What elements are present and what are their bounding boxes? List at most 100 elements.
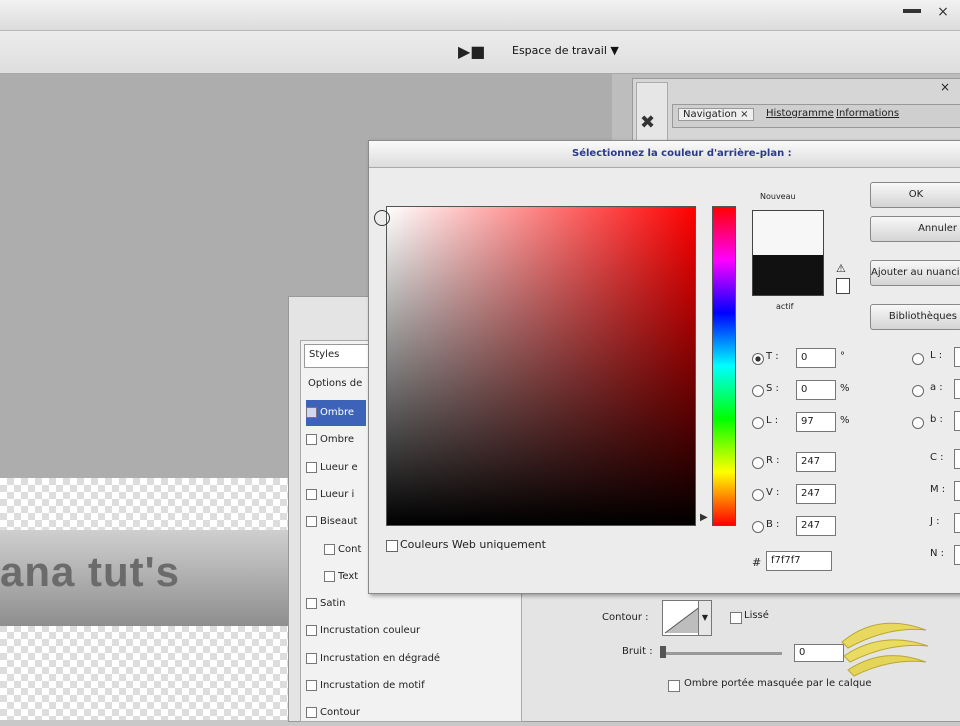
- color-field-input[interactable]: 0: [796, 380, 836, 400]
- color-mode-radio[interactable]: [752, 417, 764, 429]
- hue-slider[interactable]: [712, 206, 736, 526]
- layer-style-item-label: Satin: [320, 598, 346, 609]
- layer-style-item-label: Incrustation en dégradé: [320, 653, 441, 664]
- color-field-input[interactable]: 97: [796, 412, 836, 432]
- color-field-input[interactable]: 0: [796, 348, 836, 368]
- color-picker-title: Sélectionnez la couleur d'arrière-plan :: [572, 148, 792, 159]
- layer-style-item-label: Contour: [320, 707, 360, 718]
- color-field-label: T :: [766, 351, 779, 362]
- layer-style-checkbox[interactable]: [306, 433, 317, 445]
- app-title-bar: [0, 0, 960, 31]
- lab-mode-radio[interactable]: [912, 385, 924, 397]
- layer-style-item[interactable]: Incrustation en dégradé: [306, 646, 518, 672]
- layer-style-item-label: Incrustation couleur: [320, 625, 421, 636]
- layer-style-item-label: Lueur i: [320, 489, 355, 500]
- layer-style-item-label: Biseaut: [320, 516, 358, 527]
- workspace-icon[interactable]: ▶■: [458, 42, 488, 64]
- layer-style-item[interactable]: Ombre: [306, 400, 366, 426]
- color-field-input[interactable]: 247: [796, 516, 836, 536]
- color-field-unit: %: [840, 383, 850, 394]
- color-mode-radio[interactable]: [752, 353, 764, 365]
- color-field-input[interactable]: [954, 545, 960, 565]
- color-mode-radio[interactable]: [752, 385, 764, 397]
- color-field-label: N :: [930, 548, 945, 559]
- color-mode-radio[interactable]: [752, 489, 764, 501]
- color-field-input[interactable]: [954, 449, 960, 469]
- layer-style-checkbox[interactable]: [324, 543, 335, 555]
- contour-label: Contour :: [602, 612, 649, 623]
- lisse-label: Lissé: [744, 610, 769, 621]
- layer-style-item[interactable]: Incrustation couleur: [306, 618, 518, 644]
- panel-close-icon[interactable]: ×: [940, 80, 950, 94]
- color-field-input[interactable]: [954, 411, 960, 431]
- add-to-swatches-button[interactable]: Ajouter au nuancier: [870, 260, 960, 286]
- close-window-icon[interactable]: ×: [933, 4, 953, 20]
- layer-style-item-label: Cont: [338, 544, 362, 555]
- color-field-label: S :: [766, 383, 779, 394]
- layer-style-item-label: Ombre: [320, 434, 355, 445]
- layer-style-checkbox[interactable]: [306, 652, 317, 664]
- banner-text: ana tut's: [0, 548, 181, 595]
- bruit-input[interactable]: 0: [794, 644, 844, 662]
- layer-style-item[interactable]: Satin: [306, 591, 518, 617]
- ok-button[interactable]: OK: [870, 182, 960, 208]
- color-field-label: a :: [930, 382, 943, 393]
- color-field-input[interactable]: 247: [796, 452, 836, 472]
- bruit-slider-track[interactable]: [662, 652, 782, 655]
- lab-mode-radio[interactable]: [912, 417, 924, 429]
- web-colors-checkbox[interactable]: [386, 540, 398, 552]
- color-field-input[interactable]: [954, 347, 960, 367]
- layer-style-checkbox[interactable]: [306, 624, 317, 636]
- color-field-input[interactable]: [954, 379, 960, 399]
- styles-header[interactable]: Styles: [304, 344, 374, 368]
- color-field-label: b :: [930, 414, 943, 425]
- bruit-slider-thumb[interactable]: [660, 646, 666, 658]
- color-field-input[interactable]: 247: [796, 484, 836, 504]
- lab-mode-radio[interactable]: [912, 353, 924, 365]
- layer-style-checkbox[interactable]: [306, 488, 317, 500]
- saturation-brightness-field[interactable]: [386, 206, 696, 526]
- tools-icon[interactable]: ✖: [640, 112, 655, 133]
- tab-informations[interactable]: Informations: [832, 108, 903, 119]
- web-colors-label: Couleurs Web uniquement: [400, 538, 546, 551]
- color-field-label: M :: [930, 484, 946, 495]
- blending-options[interactable]: Options de: [304, 372, 372, 396]
- layer-style-checkbox[interactable]: [306, 461, 317, 473]
- color-mode-radio[interactable]: [752, 457, 764, 469]
- layer-style-item-label: Incrustation de motif: [320, 680, 425, 691]
- layer-style-item-label: Lueur e: [320, 462, 358, 473]
- tab-histogram[interactable]: Histogramme: [762, 108, 838, 119]
- cancel-button[interactable]: Annuler: [870, 216, 960, 242]
- layer-style-checkbox[interactable]: [306, 706, 317, 718]
- color-field-unit: °: [840, 351, 845, 362]
- layer-style-checkbox[interactable]: [306, 406, 317, 418]
- color-field-label: B :: [766, 519, 780, 530]
- new-color-label: Nouveau: [760, 192, 796, 201]
- color-marker[interactable]: [374, 210, 390, 226]
- layer-style-checkbox[interactable]: [306, 515, 317, 527]
- color-field-input[interactable]: [954, 513, 960, 533]
- layer-style-checkbox[interactable]: [324, 570, 335, 582]
- hex-input[interactable]: f7f7f7: [766, 551, 832, 571]
- layer-style-checkbox[interactable]: [306, 597, 317, 609]
- workspace-menu[interactable]: Espace de travail ▼: [512, 44, 619, 57]
- tab-navigation[interactable]: Navigation ×: [678, 108, 754, 121]
- contour-dropdown[interactable]: ▼: [698, 600, 712, 636]
- current-color-swatch[interactable]: [753, 255, 823, 295]
- bruit-label: Bruit :: [622, 646, 653, 657]
- new-color-swatch: [753, 211, 823, 255]
- minimize-icon[interactable]: [903, 9, 921, 13]
- color-field-input[interactable]: [954, 481, 960, 501]
- layer-style-item-label: Text: [338, 571, 359, 582]
- lisse-checkbox[interactable]: [730, 612, 742, 624]
- hue-slider-arrow-icon[interactable]: ▶: [700, 512, 708, 523]
- layer-style-item-label: Ombre: [320, 407, 355, 418]
- layer-style-item[interactable]: Contour: [306, 700, 518, 726]
- color-mode-radio[interactable]: [752, 521, 764, 533]
- shadow-knockout-checkbox[interactable]: [668, 680, 680, 692]
- layer-style-item[interactable]: Incrustation de motif: [306, 673, 518, 699]
- layer-style-checkbox[interactable]: [306, 679, 317, 691]
- gamut-warning-icon[interactable]: ⚠: [836, 262, 846, 275]
- color-libraries-button[interactable]: Bibliothèques: [870, 304, 960, 330]
- web-safe-cube-icon[interactable]: [836, 278, 850, 294]
